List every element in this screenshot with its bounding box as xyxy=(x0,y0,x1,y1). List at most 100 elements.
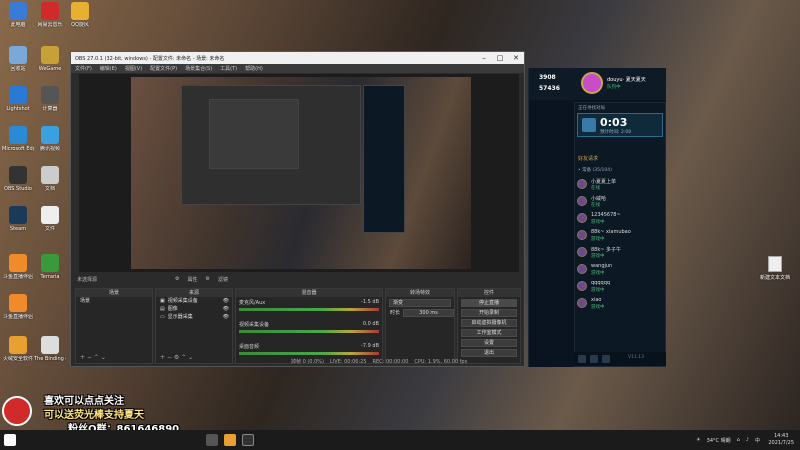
friend-status: 游戏中 xyxy=(591,220,605,225)
desktop-icon[interactable]: 腾讯视频 xyxy=(34,126,66,152)
friend-item[interactable]: qqqqqq 游戏中 xyxy=(577,279,663,295)
menu-item[interactable]: 配置文件(P) xyxy=(150,65,177,72)
friend-item[interactable]: 小威哈 在线 xyxy=(577,194,663,210)
obs-window[interactable]: OBS 27.0.1 (32-bit, windows) - 配置文件: 未命名… xyxy=(70,51,525,367)
menu-item[interactable]: 视图(V) xyxy=(125,65,142,72)
queue-box[interactable]: 0:03 预计时间: 2:08 xyxy=(577,113,663,137)
source-item[interactable]: ▤ 图像 👁 xyxy=(156,305,232,313)
filter-icon[interactable]: ⚙ xyxy=(206,276,210,282)
desktop-file-text-document[interactable]: 新建文本文档 xyxy=(760,256,790,281)
friend-item[interactable]: xiao 游戏中 xyxy=(577,296,663,312)
avatar[interactable] xyxy=(581,72,603,94)
volume-icon[interactable]: ♪ xyxy=(746,437,749,443)
desktop-icon[interactable]: 网易云音乐 xyxy=(34,2,66,28)
lol-client[interactable]: 3908 57436 douyu· 夏天夏天 队列中 正在寻找对局 0:03 预… xyxy=(528,68,666,367)
friend-item[interactable]: 88k~ xiamubao 游戏中 xyxy=(577,228,663,244)
desktop-icon[interactable]: The Binding of Isaac R... xyxy=(34,336,66,362)
desktop-icon[interactable]: OBS Studio xyxy=(2,166,34,192)
obs-title-bar[interactable]: OBS 27.0.1 (32-bit, windows) - 配置文件: 未命名… xyxy=(71,52,524,64)
desktop-file-label: 新建文本文档 xyxy=(760,275,791,281)
down-icon[interactable]: ⌄ xyxy=(101,354,106,361)
source-item[interactable]: ▣ 视频采集设备 👁 xyxy=(156,297,232,305)
mission-icon[interactable] xyxy=(590,355,598,363)
gear-icon[interactable]: ⚙ xyxy=(174,354,179,361)
desktop-icon[interactable]: 斗鱼直播伴侣 xyxy=(2,294,34,320)
add-icon[interactable]: + xyxy=(160,354,165,361)
friend-requests-label[interactable]: 好友请求 xyxy=(578,155,598,162)
taskbar-app-icon[interactable] xyxy=(206,434,218,446)
eye-icon[interactable]: 👁 xyxy=(223,297,232,305)
exit-button[interactable]: 退出 xyxy=(461,349,517,357)
start-recording-button[interactable]: 开始录制 xyxy=(461,309,517,317)
menu-item[interactable]: 编辑(E) xyxy=(100,65,117,72)
friend-name: 88k~ 多子午 xyxy=(591,247,622,253)
friend-item[interactable]: wangjun 游戏中 xyxy=(577,262,663,278)
settings-button[interactable]: 设置 xyxy=(461,339,517,347)
friend-status: 游戏中 xyxy=(591,271,605,276)
scenes-dock: 场景 场景 + − ⌃ ⌄ xyxy=(75,288,153,364)
mixer-channel[interactable]: 视频采集设备 0.0 dB xyxy=(236,319,382,341)
properties-button[interactable]: 属性 xyxy=(188,276,198,283)
isaac-icon xyxy=(41,336,59,354)
menu-item[interactable]: 工具(T) xyxy=(220,65,237,72)
duration-input[interactable]: 300 ms xyxy=(403,309,454,317)
clock[interactable]: 14:43 2021/7/25 xyxy=(768,433,794,447)
close-icon[interactable]: ✕ xyxy=(508,54,524,62)
chat-icon[interactable] xyxy=(578,355,586,363)
blue-essence-count: 3908 xyxy=(539,74,556,81)
overlay-line-support: 可以送荧光棒支持夏天 xyxy=(44,410,144,421)
stop-streaming-button[interactable]: 停止直播 xyxy=(461,299,517,307)
friend-item[interactable]: 小夏夏上单 在线 xyxy=(577,177,663,193)
maximize-icon[interactable]: □ xyxy=(492,54,508,62)
desktop-icon[interactable]: Microsoft Edge xyxy=(2,126,34,152)
remove-icon[interactable]: − xyxy=(87,354,92,361)
transition-select[interactable]: 渐变 xyxy=(389,299,451,307)
up-icon[interactable]: ⌃ xyxy=(94,354,99,361)
studio-mode-button[interactable]: 工作室模式 xyxy=(461,329,517,337)
ime-icon[interactable]: 中 xyxy=(755,437,760,444)
desktop-icon[interactable]: 文件 xyxy=(34,206,66,232)
minimize-icon[interactable]: – xyxy=(476,54,492,62)
scene-item[interactable]: 场景 xyxy=(76,297,152,305)
network-icon[interactable]: ⌂ xyxy=(737,437,740,443)
weather-text[interactable]: 34°C 晴朗 xyxy=(707,437,731,444)
windows-start-icon[interactable] xyxy=(4,434,16,446)
douyu-logo-icon xyxy=(2,396,32,426)
desktop-icon[interactable]: Steam xyxy=(2,206,34,232)
menu-item[interactable]: 文件(F) xyxy=(75,65,92,72)
friend-item[interactable]: 12345678~ 游戏中 xyxy=(577,211,663,227)
desktop-icon[interactable]: Lightshot xyxy=(2,86,34,112)
up-icon[interactable]: ⌃ xyxy=(181,354,186,361)
gear-icon[interactable]: ⚙ xyxy=(175,276,179,282)
online-group-header[interactable]: • 常备 (35/104) xyxy=(578,167,612,173)
add-icon[interactable]: + xyxy=(80,354,85,361)
taskbar-folder-icon[interactable] xyxy=(224,434,236,446)
cpu-usage: CPU: 1.9%, 60.00 fps xyxy=(414,358,468,365)
eye-icon[interactable]: 👁 xyxy=(223,313,232,321)
obs-preview[interactable] xyxy=(79,74,519,272)
taskbar-obs-icon[interactable] xyxy=(242,434,254,446)
desktop-icon[interactable]: 斗鱼直播伴侣 xyxy=(2,254,34,280)
desktop-icon[interactable]: 火绒安全软件 xyxy=(2,336,34,362)
nested-lol-panel xyxy=(363,85,405,233)
menu-item[interactable]: 帮助(H) xyxy=(245,65,263,72)
desktop-icon[interactable]: WeGame xyxy=(34,46,66,72)
desktop-icon[interactable]: 回收站 xyxy=(2,46,34,72)
friend-item[interactable]: 88k~ 多子午 游戏中 xyxy=(577,245,663,261)
remove-icon[interactable]: − xyxy=(167,354,172,361)
client-version: V11.13 xyxy=(628,355,644,360)
mixer-channel[interactable]: 麦克风/Aux -1.5 dB xyxy=(236,297,382,319)
desktop-icon[interactable]: 计算器 xyxy=(34,86,66,112)
down-icon[interactable]: ⌄ xyxy=(188,354,193,361)
source-item[interactable]: ▭ 显示器采集 👁 xyxy=(156,313,232,321)
eye-icon[interactable]: 👁 xyxy=(223,305,232,313)
desktop-icon[interactable]: 此电脑 xyxy=(2,2,34,28)
desktop-icon[interactable]: 文档 xyxy=(34,166,66,192)
friend-name: 12345678~ xyxy=(591,212,621,218)
menu-item[interactable]: 场景集合(S) xyxy=(185,65,212,72)
start-virtual-camera-button[interactable]: 启动虚拟摄像机 xyxy=(461,319,517,327)
voice-icon[interactable] xyxy=(602,355,610,363)
desktop-icon[interactable]: Terraria xyxy=(34,254,66,280)
desktop-icon[interactable]: QQ旋风 xyxy=(64,2,96,28)
filters-button[interactable]: 滤镜 xyxy=(218,276,228,283)
